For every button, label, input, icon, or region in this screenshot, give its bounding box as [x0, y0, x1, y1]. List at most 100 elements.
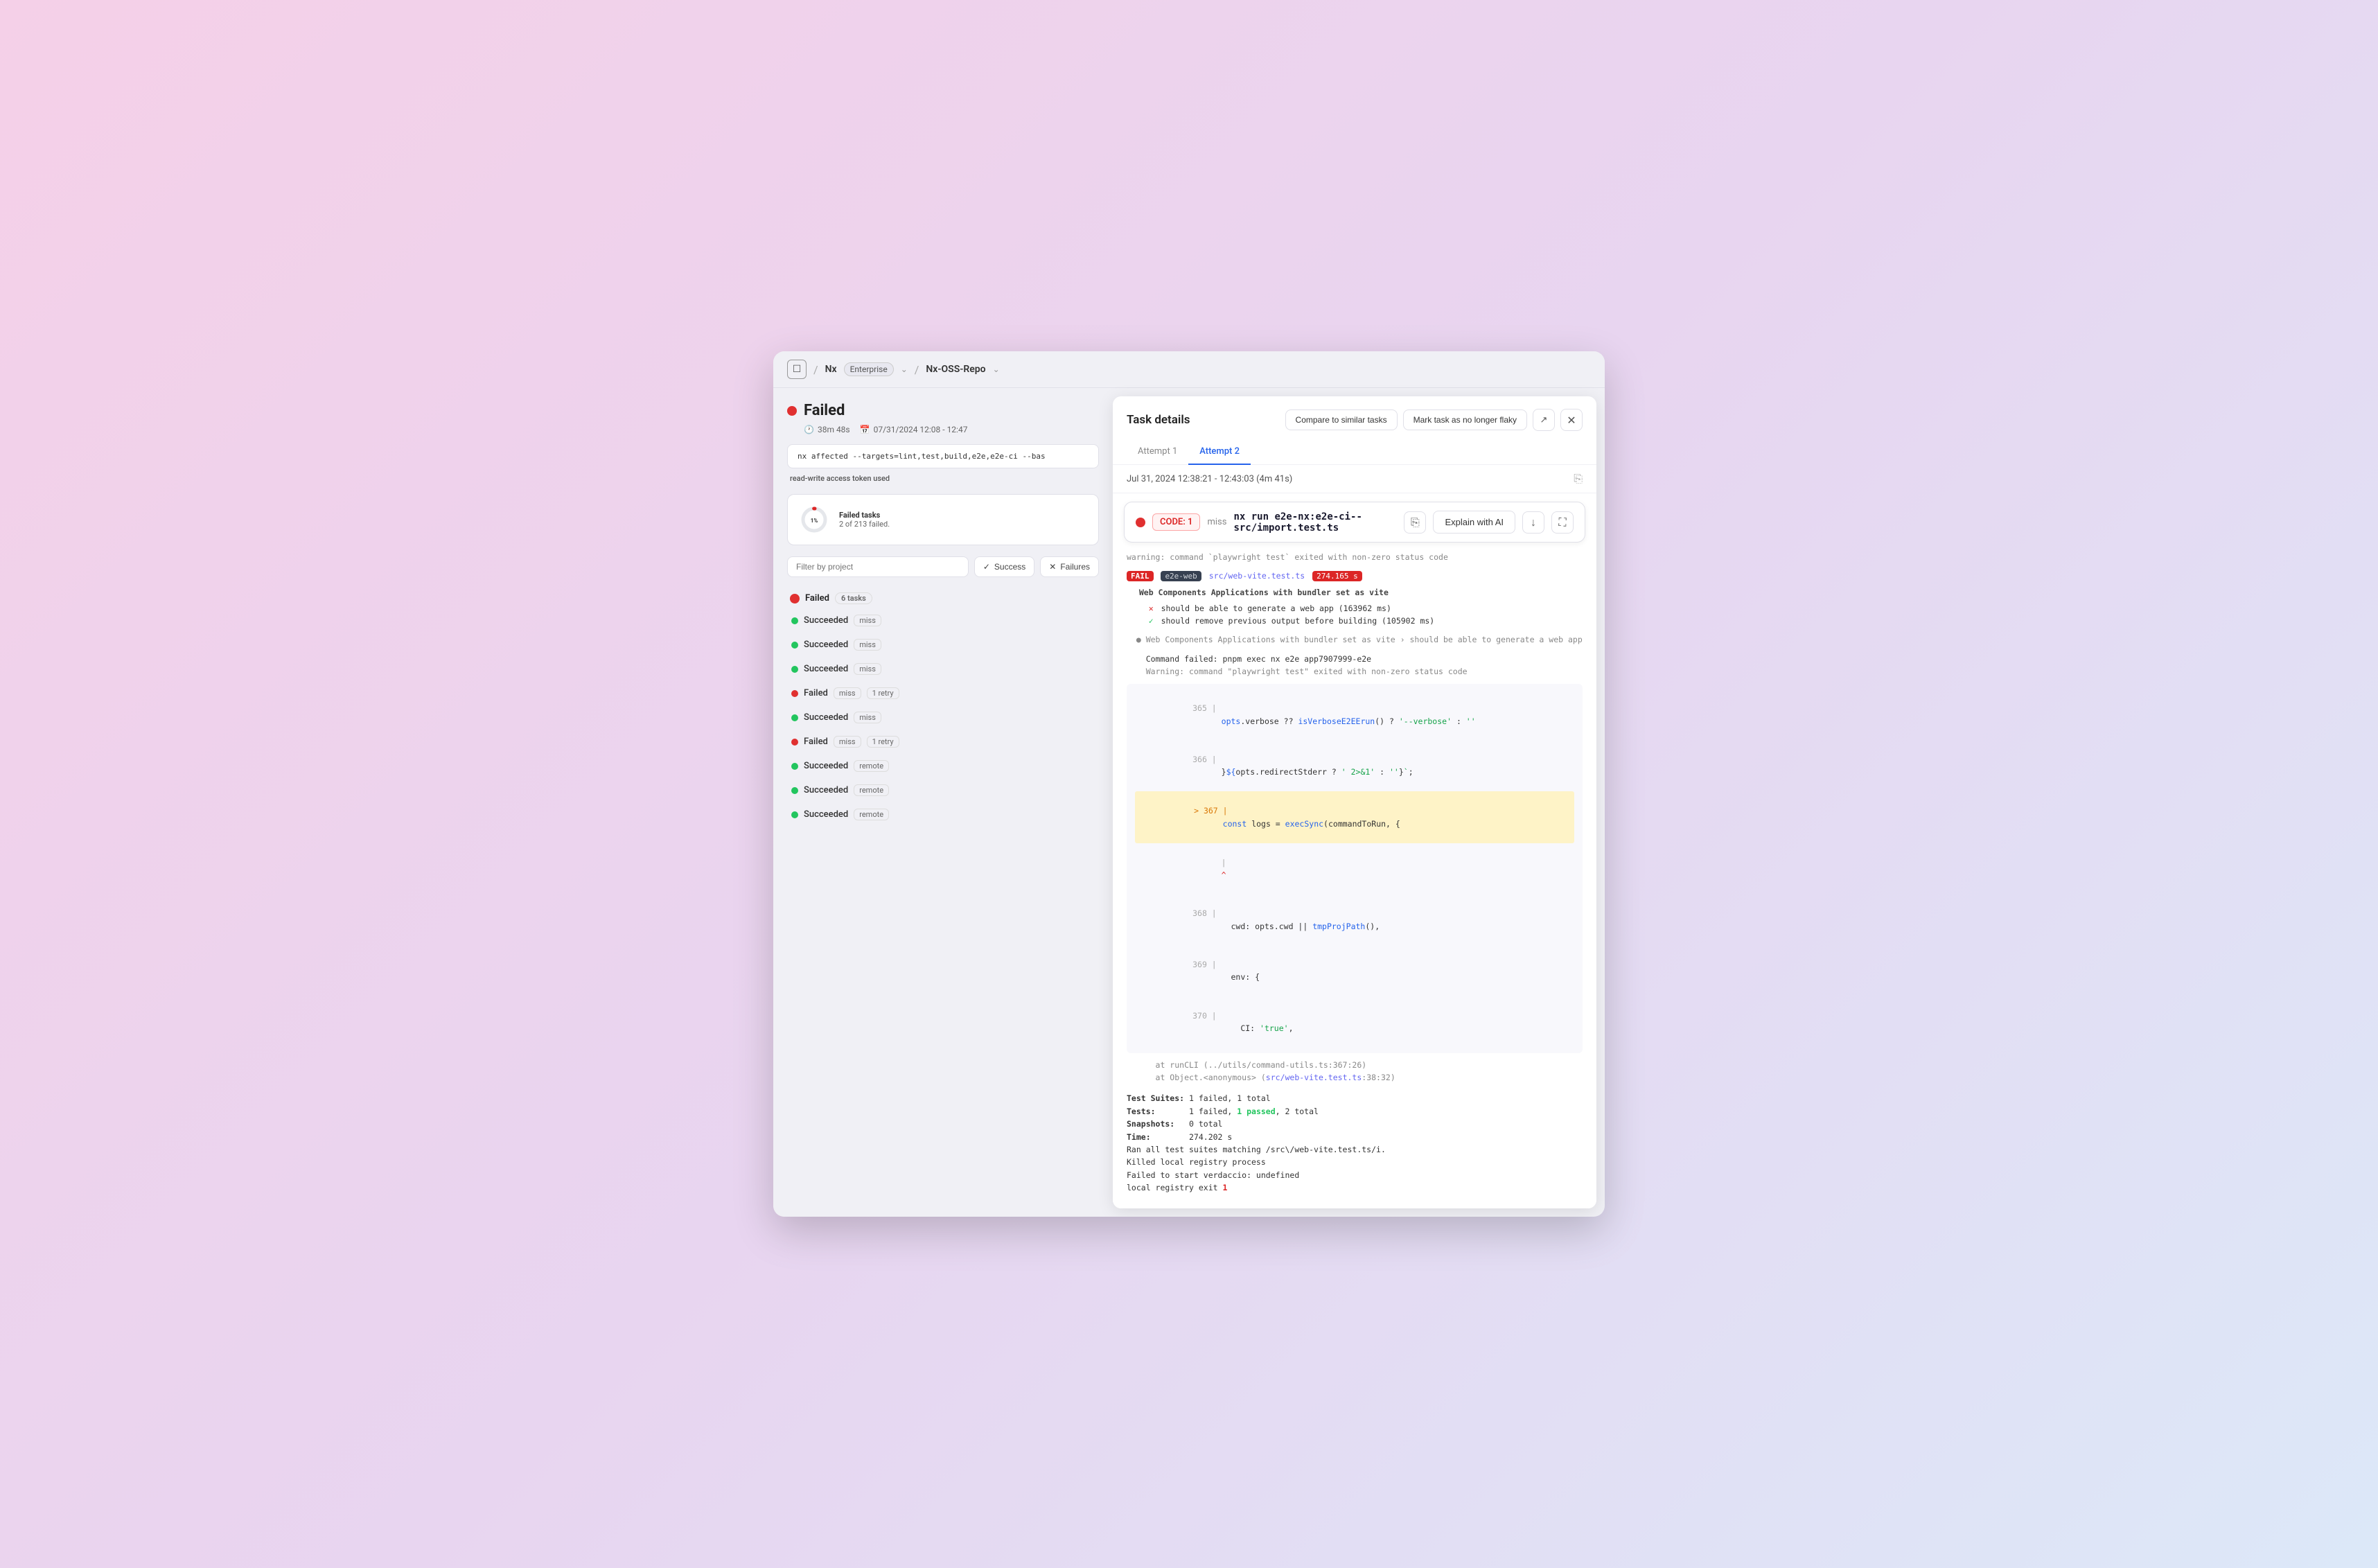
clock-icon: 🕐	[804, 425, 814, 434]
code-snippet-block: 365 | opts.verbose ?? isVerboseE2EErun()…	[1127, 684, 1583, 1053]
pipeline-status-title: Failed	[804, 402, 845, 419]
left-panel: Failed 🕐 38m 48s 📅 07/31/2024 12:08 - 12…	[773, 388, 1113, 1216]
test-results-section: Test Suites: 1 failed, 1 total Tests: 1 …	[1127, 1092, 1583, 1194]
remote-tag: remote	[854, 809, 889, 820]
code-line-368: 368 | cwd: opts.cwd || tmpProjPath(),	[1135, 895, 1574, 946]
miss-tag: miss	[854, 712, 881, 723]
expand-icon[interactable]: ⛶	[1551, 511, 1574, 534]
suite-block: Web Components Applications with bundler…	[1129, 586, 1583, 627]
retry-tag: 1 retry	[867, 736, 899, 748]
remote-tag: remote	[854, 784, 889, 796]
pipeline-command: nx affected --targets=lint,test,build,e2…	[787, 444, 1099, 468]
warning-line-2: Warning: command "playwright test" exite…	[1127, 665, 1583, 678]
list-item[interactable]: Failed miss 1 retry	[787, 730, 1099, 754]
pipeline-meta: 🕐 38m 48s 📅 07/31/2024 12:08 - 12:47	[787, 425, 1099, 434]
time-badge: 274.165 s	[1312, 571, 1362, 581]
failed-start-line: Failed to start verdaccio: undefined	[1127, 1169, 1583, 1181]
tab-attempt-1[interactable]: Attempt 1	[1127, 439, 1188, 465]
breadcrumb-sep-1: /	[813, 363, 818, 376]
tab-attempt-2[interactable]: Attempt 2	[1188, 439, 1251, 465]
section-failed-label: Failed	[805, 593, 829, 604]
failed-tasks-subtitle: 2 of 213 failed.	[839, 520, 890, 529]
failed-dot	[791, 690, 798, 697]
list-item[interactable]: Succeeded miss	[787, 633, 1099, 657]
section-failed-dot	[790, 594, 800, 604]
succeeded-dot	[791, 617, 798, 624]
test-pass-line: ✓ should remove previous output before b…	[1129, 615, 1583, 627]
task-label: Succeeded	[804, 785, 848, 795]
code-output-area[interactable]: warning: command `playwright test` exite…	[1113, 551, 1596, 1208]
command-status-dot	[1136, 518, 1145, 527]
task-filters: ✓ Success ✕ Failures	[787, 556, 1099, 577]
download-log-icon[interactable]: ↓	[1522, 511, 1544, 534]
mark-no-longer-flaky-btn[interactable]: Mark task as no longer flaky	[1403, 409, 1527, 430]
close-panel-icon[interactable]: ✕	[1560, 409, 1583, 431]
panel-title-row: Task details Compare to similar tasks Ma…	[1127, 409, 1583, 431]
failures-filter-btn[interactable]: ✕ Failures	[1040, 556, 1099, 577]
copy-command-icon[interactable]: ⎘	[1404, 511, 1426, 534]
e2e-web-badge: e2e-web	[1161, 571, 1201, 581]
app-container: ☐ / Nx Enterprise ⌄ / Nx-OSS-Repo ⌄ Fail…	[773, 351, 1605, 1216]
list-item[interactable]: Succeeded miss	[787, 657, 1099, 681]
x-circle-icon: ✕	[1049, 562, 1056, 572]
dot-test-line: ● Web Components Applications with bundl…	[1127, 633, 1583, 646]
code-line-370: 370 | CI: 'true',	[1135, 996, 1574, 1048]
code-line-365: 365 | opts.verbose ?? isVerboseE2EErun()…	[1135, 689, 1574, 741]
killed-line: Killed local registry process	[1127, 1156, 1583, 1168]
task-list: Failed 6 tasks Succeeded miss Succeeded …	[787, 585, 1099, 827]
command-bar: CODE: 1 miss nx run e2e-nx:e2e-ci--src/i…	[1124, 502, 1585, 543]
filter-by-project-input[interactable]	[787, 556, 969, 577]
explain-with-ai-btn[interactable]: Explain with AI	[1433, 511, 1515, 534]
repo-label: Nx-OSS-Repo	[926, 364, 985, 375]
miss-tag: miss	[834, 736, 861, 748]
failed-tasks-title: Failed tasks	[839, 511, 890, 520]
trace-line-1: at runCLI (../utils/command-utils.ts:367…	[1127, 1059, 1583, 1071]
fail-badge: FAIL	[1127, 571, 1154, 581]
panel-header: Task details Compare to similar tasks Ma…	[1113, 396, 1596, 465]
nx-chevron-icon[interactable]: ⌄	[901, 364, 908, 374]
remote-tag: remote	[854, 760, 889, 772]
task-label: Succeeded	[804, 615, 848, 626]
tests-line: Tests: 1 failed, 1 passed, 2 total	[1127, 1105, 1583, 1118]
copy-log-icon[interactable]: ⎘	[1574, 472, 1583, 486]
miss-tag: miss	[854, 663, 881, 675]
list-item[interactable]: Succeeded remote	[787, 778, 1099, 802]
list-item[interactable]: Failed miss 1 retry	[787, 681, 1099, 705]
list-item[interactable]: Succeeded remote	[787, 802, 1099, 827]
time-line: Time: 274.202 s	[1127, 1131, 1583, 1143]
compare-similar-tasks-btn[interactable]: Compare to similar tasks	[1285, 409, 1398, 430]
success-filter-btn[interactable]: ✓ Success	[974, 556, 1034, 577]
repo-chevron-icon[interactable]: ⌄	[993, 364, 1000, 374]
external-link-icon[interactable]: ↗	[1533, 409, 1555, 431]
code-line-367-arrow: | ^	[1135, 843, 1574, 895]
exit-code-badge: CODE: 1	[1152, 513, 1200, 531]
task-label: Failed	[804, 737, 828, 747]
attempt-tabs: Attempt 1 Attempt 2	[1127, 439, 1583, 464]
suite-title: Web Components Applications with bundler…	[1129, 586, 1583, 599]
list-item[interactable]: Succeeded remote	[787, 754, 1099, 778]
task-details-panel: Task details Compare to similar tasks Ma…	[1113, 396, 1596, 1208]
command-text: nx run e2e-nx:e2e-ci--src/import.test.ts	[1233, 511, 1397, 534]
ran-line: Ran all test suites matching /src\/web-v…	[1127, 1143, 1583, 1156]
task-timestamp: Jul 31, 2024 12:38:21 - 12:43:03 (4m 41s…	[1127, 474, 1292, 484]
calendar-icon: 📅	[860, 425, 870, 434]
exit-line: local registry exit 1	[1127, 1181, 1583, 1194]
failed-donut-chart: 1%	[799, 504, 829, 535]
main-area: Failed 🕐 38m 48s 📅 07/31/2024 12:08 - 12…	[773, 388, 1605, 1216]
task-label: Succeeded	[804, 809, 848, 820]
task-label: Succeeded	[804, 664, 848, 674]
list-item[interactable]: Succeeded miss	[787, 608, 1099, 633]
code-line-367: > 367 | const logs = execSync(commandToR…	[1135, 791, 1574, 844]
enterprise-badge[interactable]: Enterprise	[844, 362, 894, 376]
cmd-failed-line: Command failed: pnpm exec nx e2e app7907…	[1127, 653, 1583, 665]
test-file-link[interactable]: src/web-vite.test.ts	[1209, 571, 1305, 581]
miss-tag: miss	[854, 639, 881, 651]
check-circle-icon: ✓	[983, 562, 990, 572]
pipeline-header: Failed	[787, 402, 1099, 419]
nx-logo-icon: ☐	[787, 360, 807, 379]
task-label: Succeeded	[804, 761, 848, 771]
list-item[interactable]: Succeeded miss	[787, 705, 1099, 730]
failed-dot	[791, 739, 798, 746]
cmd-lines: Command failed: pnpm exec nx e2e app7907…	[1127, 653, 1583, 678]
header-bar: ☐ / Nx Enterprise ⌄ / Nx-OSS-Repo ⌄	[773, 351, 1605, 388]
